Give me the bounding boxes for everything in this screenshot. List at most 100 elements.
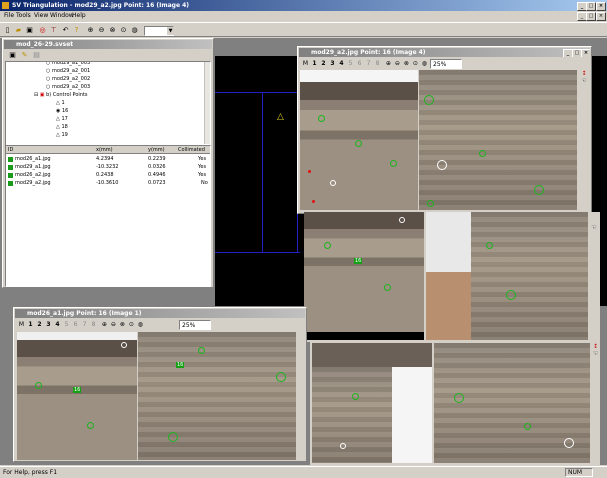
tie-point[interactable] bbox=[35, 382, 42, 389]
zoom-out-icon[interactable]: ⊖ bbox=[393, 59, 402, 69]
zoom-fit-icon[interactable]: ⊗ bbox=[118, 320, 127, 330]
menu-tools[interactable]: Tools bbox=[16, 11, 31, 21]
tool-2[interactable]: 2 bbox=[35, 320, 44, 330]
tie-point[interactable] bbox=[355, 140, 362, 147]
tie-point[interactable] bbox=[437, 160, 447, 170]
image-pane-br-tools[interactable]: ↕ ☜ bbox=[591, 343, 600, 463]
tie-point[interactable] bbox=[384, 284, 391, 291]
tie-point[interactable] bbox=[390, 160, 397, 167]
tree-item[interactable]: △ 19 bbox=[56, 132, 68, 139]
image-pane-mid-right[interactable] bbox=[426, 212, 588, 340]
triangle-tool-icon[interactable]: ⊤ bbox=[48, 25, 59, 36]
mdi-restore-button[interactable]: □ bbox=[586, 12, 596, 21]
control-point[interactable] bbox=[308, 170, 311, 173]
header-collimated[interactable]: Collimated bbox=[178, 146, 205, 154]
zoom-out-icon[interactable]: ⊖ bbox=[109, 320, 118, 330]
tie-point[interactable] bbox=[87, 422, 94, 429]
tie-point[interactable] bbox=[524, 423, 531, 430]
tie-point[interactable] bbox=[427, 200, 434, 207]
header-id[interactable]: ID bbox=[8, 146, 13, 154]
tie-point[interactable] bbox=[479, 150, 486, 157]
tool-8[interactable]: 8 bbox=[373, 59, 382, 69]
zoom-fit-icon[interactable]: ⊗ bbox=[107, 25, 118, 36]
tie-point[interactable] bbox=[324, 242, 331, 249]
tree-item[interactable]: △ 18 bbox=[56, 124, 68, 131]
close-button[interactable]: × bbox=[596, 2, 606, 11]
image-pane-mid-left[interactable]: 16 bbox=[304, 212, 424, 340]
table-row[interactable]: mod26_a1.jpg 4.2394 0.2239 Yes bbox=[6, 156, 210, 163]
table-row[interactable]: mod26_a2.jpg 0.2438 0.4946 Yes bbox=[6, 172, 210, 179]
image4-zoom-select[interactable]: 25% bbox=[430, 59, 462, 69]
header-y[interactable]: y(mm) bbox=[148, 146, 165, 154]
tool-8[interactable]: 8 bbox=[89, 320, 98, 330]
tree-item-selected[interactable]: ◉ 16 bbox=[56, 108, 68, 115]
tie-point[interactable] bbox=[121, 342, 127, 348]
tool-4[interactable]: 4 bbox=[337, 59, 346, 69]
tool-m[interactable]: M bbox=[301, 59, 310, 69]
tree-item-control-points[interactable]: ⊟ ▣ b) Control Points bbox=[34, 92, 88, 99]
open-folder-icon[interactable]: ▰ bbox=[13, 25, 24, 36]
header-x[interactable]: x(mm) bbox=[96, 146, 113, 154]
tool-4[interactable]: 4 bbox=[53, 320, 62, 330]
image4-pane-tr[interactable] bbox=[419, 70, 577, 210]
tie-point[interactable] bbox=[340, 443, 346, 449]
maximize-button[interactable]: □ bbox=[586, 2, 596, 11]
save-icon[interactable]: ▣ bbox=[24, 25, 35, 36]
tool-6[interactable]: 6 bbox=[71, 320, 80, 330]
tie-point[interactable] bbox=[506, 290, 516, 300]
tie-point[interactable] bbox=[454, 393, 464, 403]
image-pane-tools[interactable]: ☜ bbox=[589, 212, 599, 340]
tree-item[interactable]: ○ mod29_a2_001 bbox=[46, 68, 90, 75]
tree-item[interactable]: △ 1 bbox=[56, 100, 65, 107]
tie-point[interactable] bbox=[198, 347, 205, 354]
zoom-window-icon[interactable]: ◍ bbox=[136, 320, 145, 330]
table-row[interactable]: mod29_a2.jpg -10.3610 0.0723 No bbox=[6, 180, 210, 187]
image1-pane-left[interactable]: 16 bbox=[17, 332, 137, 460]
delete-set-icon[interactable]: ▤ bbox=[31, 50, 42, 61]
mdi-close-button[interactable]: × bbox=[596, 12, 606, 21]
target-icon[interactable]: ◎ bbox=[37, 25, 48, 36]
zoom-in-icon[interactable]: ⊕ bbox=[85, 25, 96, 36]
menu-help[interactable]: Help bbox=[72, 11, 86, 21]
tree-item[interactable]: △ 17 bbox=[56, 116, 68, 123]
marker-red-icon[interactable]: ↕ bbox=[591, 343, 600, 350]
tie-point[interactable] bbox=[424, 95, 434, 105]
tree-vscrollbar[interactable] bbox=[204, 62, 210, 144]
new-file-icon[interactable]: ▯ bbox=[2, 25, 13, 36]
zoom-fit-icon[interactable]: ⊗ bbox=[402, 59, 411, 69]
undo-icon[interactable]: ↶ bbox=[60, 25, 71, 36]
control-point[interactable] bbox=[312, 200, 315, 203]
zoom-actual-icon[interactable]: ⊙ bbox=[118, 25, 129, 36]
tie-point[interactable] bbox=[276, 372, 286, 382]
zoom-in-icon[interactable]: ⊕ bbox=[384, 59, 393, 69]
zoom-actual-icon[interactable]: ⊙ bbox=[411, 59, 420, 69]
image4-close-button[interactable]: × bbox=[581, 49, 590, 57]
tie-point[interactable] bbox=[534, 185, 544, 195]
tool-6[interactable]: 6 bbox=[355, 59, 364, 69]
tool-7[interactable]: 7 bbox=[80, 320, 89, 330]
image1-zoom-select[interactable]: 25% bbox=[179, 320, 211, 330]
tie-point[interactable] bbox=[330, 180, 336, 186]
tie-point[interactable] bbox=[352, 393, 359, 400]
tool-7[interactable]: 7 bbox=[364, 59, 373, 69]
menu-file[interactable]: File bbox=[4, 11, 14, 21]
tool-m[interactable]: M bbox=[17, 320, 26, 330]
save-set-icon[interactable]: ▣ bbox=[7, 50, 18, 61]
menu-view[interactable]: View bbox=[34, 11, 48, 21]
tool-1[interactable]: 1 bbox=[26, 320, 35, 330]
marker-red-icon[interactable]: ↕ bbox=[579, 70, 589, 77]
tie-point[interactable] bbox=[318, 115, 325, 122]
tool-5[interactable]: 5 bbox=[346, 59, 355, 69]
image-pane-br-left[interactable] bbox=[312, 343, 432, 463]
marker-hand-icon[interactable]: ☜ bbox=[589, 224, 599, 231]
zoom-dropdown-arrow[interactable]: ▼ bbox=[167, 27, 174, 35]
tool-1[interactable]: 1 bbox=[310, 59, 319, 69]
zoom-out-icon[interactable]: ⊖ bbox=[96, 25, 107, 36]
tool-3[interactable]: 3 bbox=[44, 320, 53, 330]
zoom-actual-icon[interactable]: ⊙ bbox=[127, 320, 136, 330]
tool-3[interactable]: 3 bbox=[328, 59, 337, 69]
edit-set-icon[interactable]: ✎ bbox=[19, 50, 30, 61]
image-pane-br-right[interactable] bbox=[434, 343, 590, 463]
tie-point[interactable] bbox=[168, 432, 178, 442]
tie-point[interactable] bbox=[564, 438, 574, 448]
